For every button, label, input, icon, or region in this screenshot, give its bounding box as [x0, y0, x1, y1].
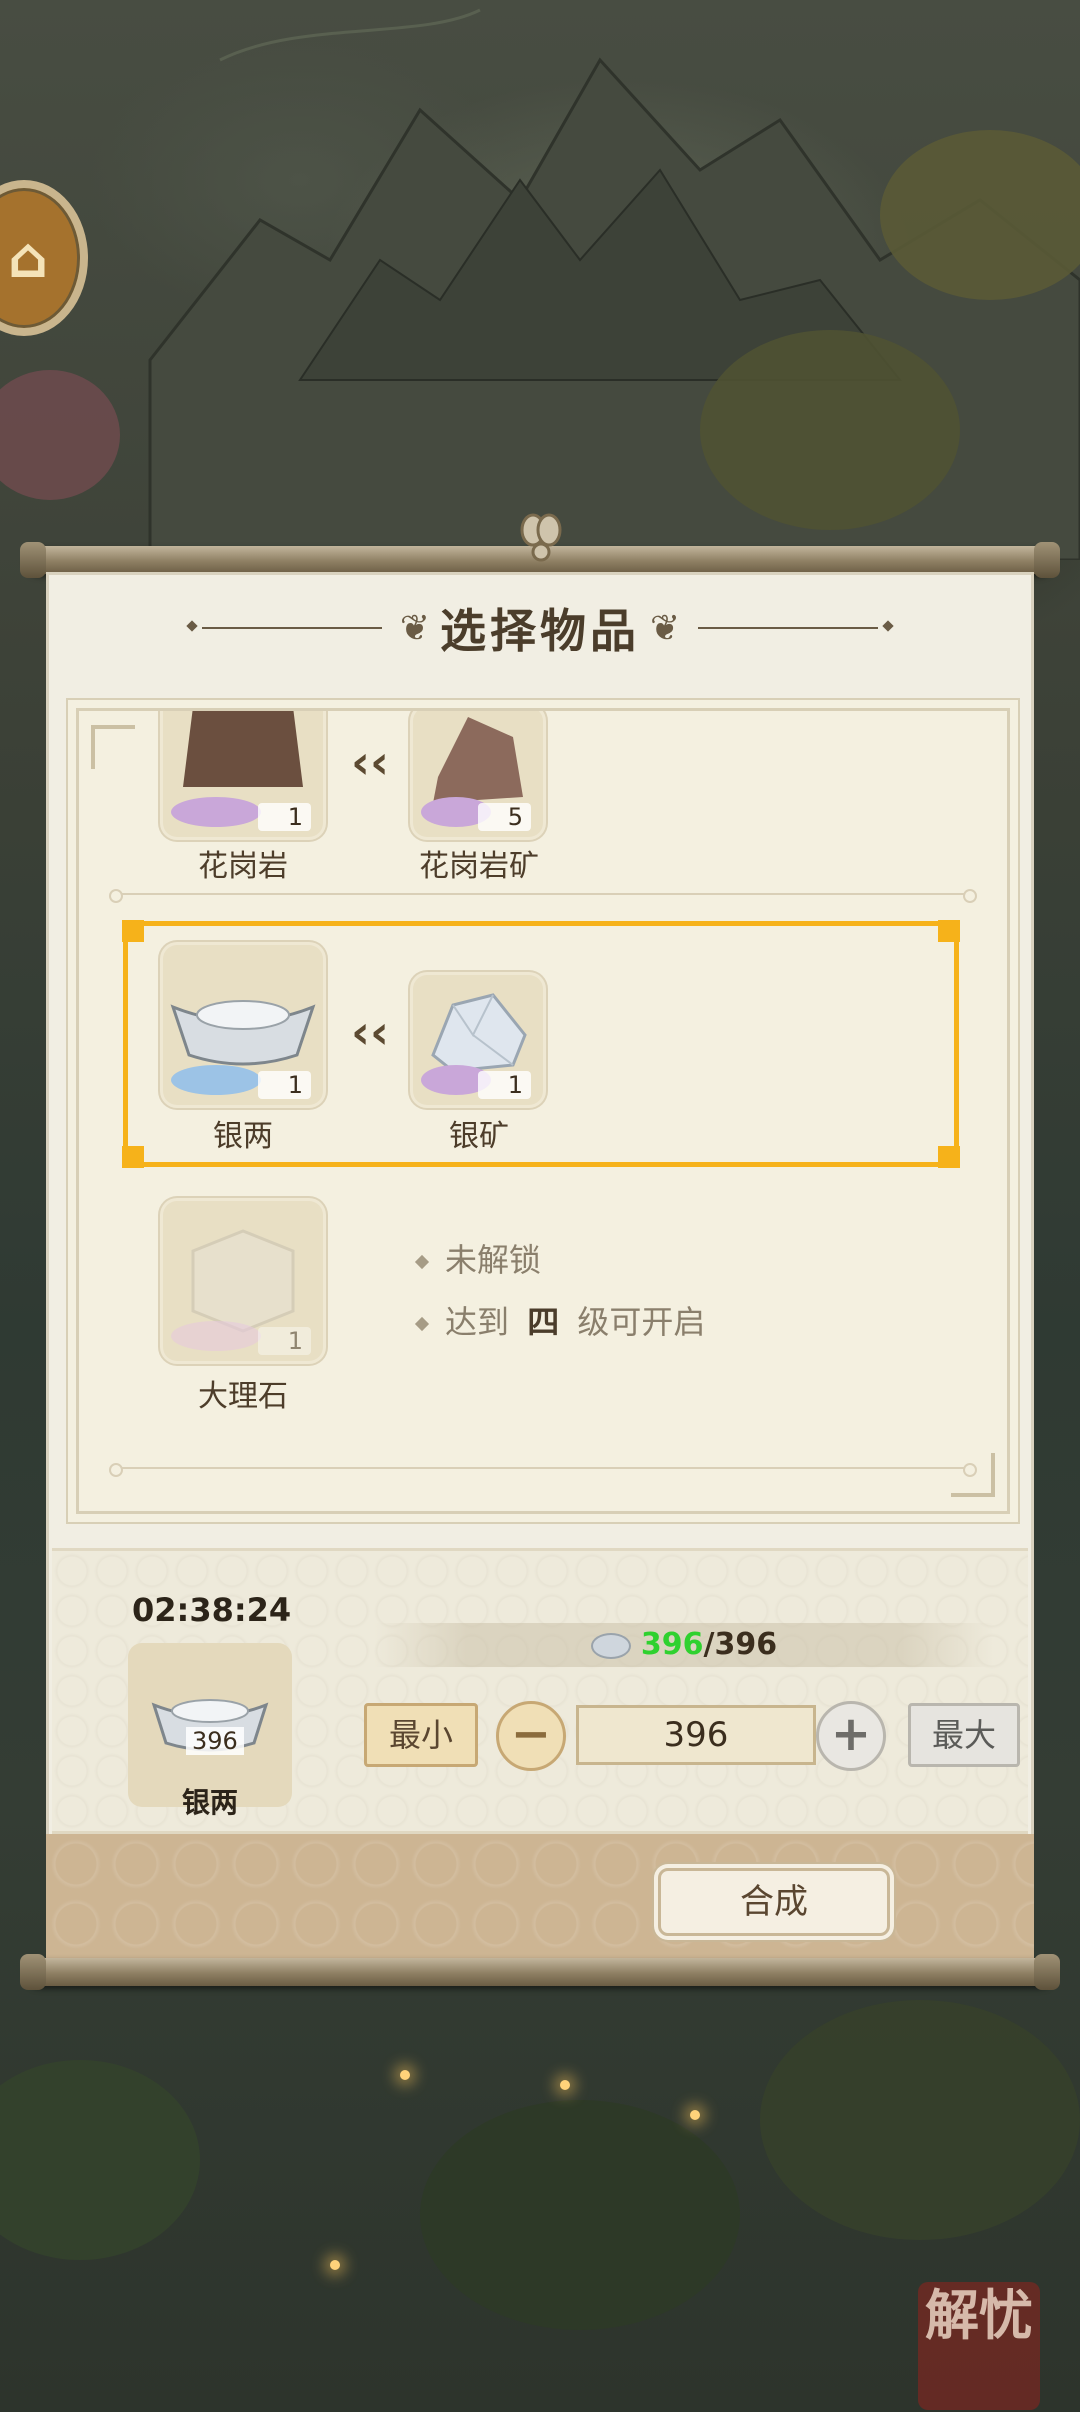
minus-icon: − — [510, 1706, 552, 1762]
dialog-title: 选择物品 — [440, 604, 640, 658]
scroll-rod-bottom — [20, 1954, 1060, 1990]
rarity-glow — [171, 1065, 261, 1095]
silver-ore-icon — [590, 1632, 631, 1659]
row-divider — [109, 1463, 977, 1477]
craft-timer: 02:38:24 — [132, 1591, 292, 1629]
craft-output-count: 396 — [186, 1727, 244, 1755]
rarity-glow — [171, 797, 261, 827]
output-slot: 1 — [163, 945, 323, 1105]
item-count: 1 — [257, 803, 311, 831]
flame-ornament-icon: ❦ — [399, 607, 430, 649]
output-name: 花岗岩 — [198, 849, 288, 884]
input-slot: 5 — [413, 711, 543, 837]
craft-button[interactable]: 合成 — [658, 1868, 890, 1936]
dialog-header: ❦ 选择物品 ❦ — [46, 592, 1034, 664]
tree-bottom-mid — [420, 2100, 740, 2330]
item-count: 5 — [477, 803, 531, 831]
tree-right — [700, 330, 960, 530]
home-icon: ⌂ — [8, 226, 49, 291]
increase-button[interactable]: + — [816, 1701, 886, 1771]
item-count: 1 — [257, 1327, 311, 1355]
arrow-left-icon: ‹‹ — [351, 1005, 389, 1059]
input-name: 花岗岩矿 — [419, 849, 539, 884]
seal-stamp[interactable]: 解忧 — [918, 2282, 1040, 2410]
lantern-light — [560, 2080, 570, 2090]
seal-text: 解忧 — [925, 2284, 1033, 2347]
recipe-row-locked[interactable]: 1 大理石 未解锁 达到 四 级可开启 — [79, 1201, 1007, 1451]
title-ornament-right — [698, 627, 879, 629]
output-name: 银两 — [213, 1119, 273, 1154]
arrow-left-icon: ‹‹ — [351, 735, 389, 789]
output-slot: 1 — [163, 1201, 323, 1361]
recipe-list[interactable]: 1 ‹‹ 5 花岗岩 花岗岩矿 1 ‹‹ 1 银两 银矿 1 大理石 未解锁 达… — [76, 708, 1010, 1514]
material-stock: 396/396 — [374, 1623, 994, 1667]
quantity-input[interactable] — [576, 1705, 816, 1765]
input-slot: 1 — [413, 975, 543, 1105]
recipe-row-selected[interactable]: 1 ‹‹ 1 银两 银矿 — [79, 920, 1007, 1171]
stock-need: 396 — [714, 1627, 778, 1662]
locked-label: 未解锁 — [445, 1241, 542, 1279]
min-button[interactable]: 最小 — [364, 1703, 478, 1767]
craft-controls: 02:38:24 396 银两 396/396 最小 − + 最大 — [52, 1548, 1028, 1834]
req-suffix: 级可开启 — [577, 1303, 706, 1341]
lantern-light — [400, 2070, 410, 2080]
decrease-button[interactable]: − — [496, 1701, 566, 1771]
craft-output-name: 银两 — [181, 1786, 238, 1819]
rarity-glow — [171, 1321, 261, 1351]
lantern-light — [330, 2260, 340, 2270]
output-name: 大理石 — [198, 1379, 288, 1414]
dialog-footer: 合成 — [46, 1834, 1034, 1962]
flame-ornament-icon: ❦ — [650, 607, 681, 649]
item-count: 1 — [477, 1071, 531, 1099]
lantern-light — [690, 2110, 700, 2120]
output-slot: 1 — [163, 711, 323, 837]
unlock-requirement: 达到 四 级可开启 — [414, 1297, 706, 1343]
plus-icon: + — [830, 1706, 872, 1762]
item-count: 1 — [257, 1071, 311, 1099]
locked-status: 未解锁 — [414, 1235, 542, 1281]
stock-have: 396 — [640, 1627, 704, 1662]
req-level: 四 — [527, 1303, 560, 1341]
stock-separator: / — [703, 1627, 715, 1662]
scroll-knot-icon — [520, 513, 562, 562]
tree-bottom-right — [760, 2000, 1080, 2240]
row-divider — [109, 889, 977, 903]
req-prefix: 达到 — [445, 1303, 510, 1341]
max-button[interactable]: 最大 — [908, 1703, 1020, 1767]
select-item-panel: ❦ 选择物品 ❦ 1 ‹‹ 5 花岗岩 花岗岩矿 1 ‹‹ 1 银两 银矿 1 … — [46, 572, 1034, 1962]
recipe-row[interactable]: 1 ‹‹ 5 花岗岩 花岗岩矿 — [79, 711, 1007, 901]
title-ornament-left — [201, 627, 382, 629]
input-name: 银矿 — [449, 1119, 509, 1154]
